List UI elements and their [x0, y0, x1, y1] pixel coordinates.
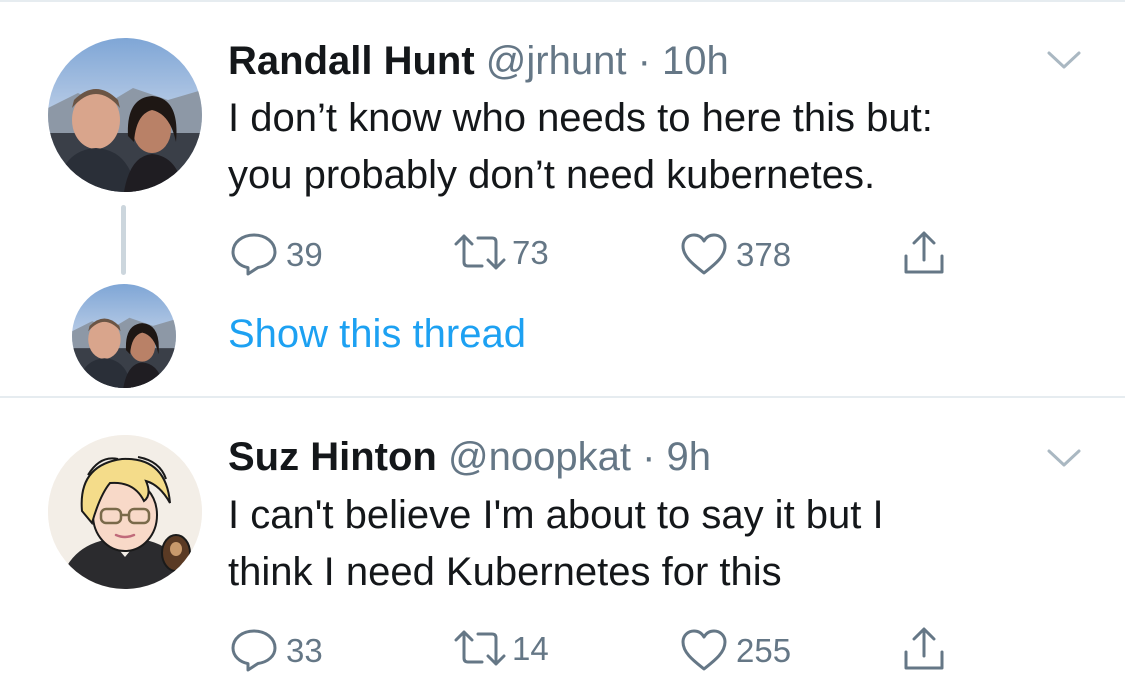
tweet-text: I don’t know who needs to here this but:…	[228, 90, 1088, 204]
show-thread-link[interactable]: Show this thread	[228, 314, 526, 354]
tweet-text-line: you probably don’t need kubernetes.	[228, 153, 876, 197]
retweet-count: 73	[512, 233, 549, 271]
retweet-count: 14	[512, 629, 549, 667]
retweet-button[interactable]: 14	[452, 628, 549, 668]
tweet-text-line: think I need Kubernetes for this	[228, 550, 782, 594]
user-avatar[interactable]	[48, 38, 202, 192]
couple-photo-avatar-icon	[48, 38, 202, 192]
display-name[interactable]: Randall Hunt	[228, 39, 475, 83]
tweet-text: I can't believe I'm about to say it but …	[228, 487, 1088, 601]
heart-icon	[681, 629, 727, 671]
timestamp[interactable]: 10h	[662, 39, 729, 83]
timestamp[interactable]: 9h	[667, 435, 712, 479]
share-icon	[904, 627, 944, 670]
like-button[interactable]: 378	[680, 232, 791, 276]
like-count: 255	[736, 631, 792, 669]
reply-count: 33	[286, 631, 323, 669]
retweet-button[interactable]: 73	[452, 232, 549, 272]
reply-icon	[231, 629, 277, 672]
chevron-down-icon[interactable]	[1044, 48, 1084, 72]
share-button[interactable]	[902, 230, 946, 276]
reply-button[interactable]: 33	[230, 628, 323, 672]
reply-icon	[231, 233, 277, 276]
user-avatar[interactable]	[48, 435, 202, 589]
share-button[interactable]	[902, 626, 946, 672]
user-handle[interactable]: @noopkat	[448, 435, 631, 479]
separator-dot: ·	[642, 435, 656, 479]
tweet-header: Suz Hinton @noopkat · 9h	[228, 437, 711, 477]
separator-dot: ·	[637, 39, 651, 83]
like-count: 378	[736, 235, 792, 273]
top-border	[0, 0, 1125, 2]
illustrated-avatar-icon	[48, 435, 202, 589]
like-button[interactable]: 255	[680, 628, 791, 672]
tweet-header: Randall Hunt @jrhunt · 10h	[228, 41, 729, 81]
heart-icon	[681, 233, 727, 275]
couple-photo-avatar-icon	[72, 284, 176, 388]
reply-button[interactable]: 39	[230, 232, 323, 276]
user-handle[interactable]: @jrhunt	[486, 39, 627, 83]
display-name[interactable]: Suz Hinton	[228, 435, 437, 479]
tweet-text-line: I can't believe I'm about to say it but …	[228, 493, 884, 537]
reply-count: 39	[286, 235, 323, 273]
chevron-down-icon[interactable]	[1044, 446, 1084, 470]
tweet-text-line: I don’t know who needs to here this but:	[228, 96, 933, 140]
retweet-icon	[454, 630, 506, 666]
thread-connector-line	[121, 205, 126, 275]
retweet-icon	[454, 234, 506, 270]
share-icon	[904, 231, 944, 274]
thread-avatar[interactable]	[72, 284, 176, 388]
tweet-divider	[0, 396, 1125, 398]
